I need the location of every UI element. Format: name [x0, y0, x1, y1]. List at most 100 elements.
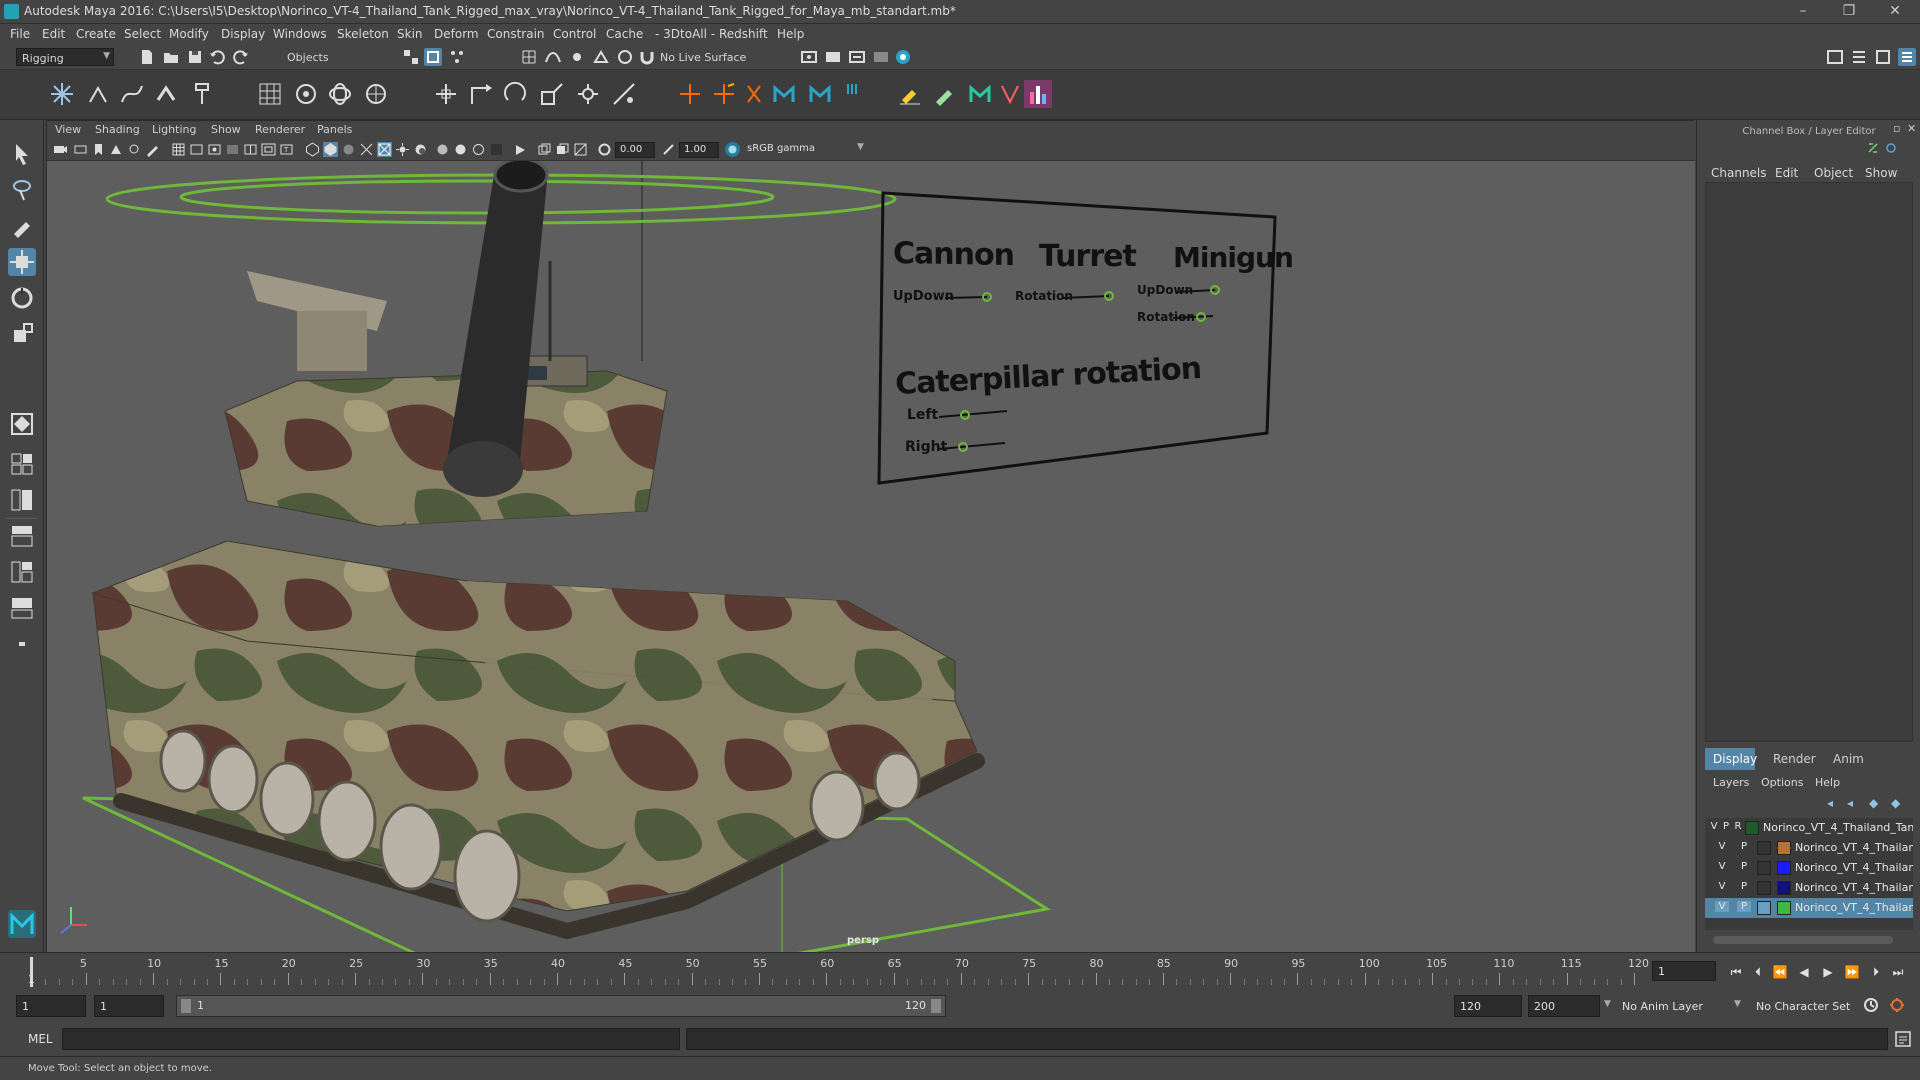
- layer-visibility-toggle[interactable]: V: [1715, 841, 1729, 852]
- film-gate-icon[interactable]: [189, 142, 204, 157]
- lasso-tool-icon[interactable]: [8, 176, 36, 204]
- layer-reference-box[interactable]: [1757, 841, 1771, 855]
- menu-file[interactable]: File: [10, 27, 30, 41]
- isolate-select-icon[interactable]: [513, 142, 528, 157]
- layer-color-swatch[interactable]: [1777, 881, 1791, 895]
- animation-end-field[interactable]: 200: [1528, 995, 1600, 1017]
- chevron-down-icon[interactable]: ▼: [1604, 999, 1611, 1009]
- cb-menu-channels[interactable]: Channels: [1711, 166, 1767, 180]
- menu-skeleton[interactable]: Skeleton: [337, 27, 389, 41]
- playback-end-field[interactable]: 120: [1454, 995, 1522, 1017]
- channel-box-toggle-icon[interactable]: [1867, 142, 1879, 154]
- open-scene-icon[interactable]: [162, 48, 180, 66]
- camera-attributes-icon[interactable]: [73, 142, 88, 157]
- maya-m-icon[interactable]: [966, 80, 994, 108]
- tab-render[interactable]: Render: [1765, 748, 1816, 770]
- use-all-lights-icon[interactable]: [395, 142, 410, 157]
- layer-list-scrollbar[interactable]: [1713, 936, 1893, 944]
- anti-aliasing-icon[interactable]: [471, 142, 486, 157]
- cb-menu-object[interactable]: Object: [1814, 166, 1853, 180]
- shadows-icon[interactable]: [413, 142, 428, 157]
- attribute-editor-toggle-icon[interactable]: [1850, 48, 1868, 66]
- layer-menu-options[interactable]: Options: [1761, 776, 1803, 789]
- channel-box-toggle-icon[interactable]: [1898, 48, 1916, 66]
- step-forward-key-icon[interactable]: ⏵: [1868, 965, 1884, 979]
- ik-handle-icon[interactable]: [84, 80, 112, 108]
- new-scene-icon[interactable]: [138, 48, 156, 66]
- motion-blur-icon[interactable]: [453, 142, 468, 157]
- v-tool-icon[interactable]: [996, 80, 1024, 108]
- last-tool-icon[interactable]: [8, 410, 36, 438]
- menu-3dtoall[interactable]: - 3DtoAll -: [655, 27, 715, 41]
- layer-visibility-toggle[interactable]: V: [1715, 861, 1729, 872]
- locator-icon[interactable]: [676, 80, 704, 108]
- chevron-down-icon[interactable]: ▼: [853, 142, 868, 157]
- image-plane-icon[interactable]: [109, 142, 124, 157]
- wire-deformer-icon[interactable]: [362, 80, 390, 108]
- layer-playback-toggle[interactable]: P: [1737, 901, 1751, 912]
- grid-icon[interactable]: [171, 142, 186, 157]
- step-back-key-icon[interactable]: ⏴: [1750, 965, 1766, 979]
- select-tool-icon[interactable]: [8, 140, 36, 168]
- exposure-icon[interactable]: [597, 142, 612, 157]
- menu-display[interactable]: Display: [221, 27, 265, 41]
- human-ik-icon[interactable]: [740, 80, 768, 108]
- point-constraint-icon[interactable]: [432, 80, 460, 108]
- textured-icon[interactable]: [377, 142, 392, 157]
- range-end-handle[interactable]: [931, 999, 941, 1013]
- gamma-icon[interactable]: [661, 142, 676, 157]
- float-panel-icon[interactable]: ▫: [1893, 122, 1900, 135]
- bind-skin-icon[interactable]: [152, 80, 180, 108]
- pole-vector-icon[interactable]: [610, 80, 638, 108]
- layer-row-selected[interactable]: V P Norinco_VT_4_Thailand: [1705, 898, 1913, 918]
- step-back-frame-icon[interactable]: ⏪: [1772, 965, 1788, 979]
- playback-start-field[interactable]: 1: [94, 995, 164, 1017]
- character-set-dropdown[interactable]: No Character Set: [1756, 1000, 1850, 1013]
- tab-anim[interactable]: Anim: [1825, 748, 1875, 770]
- layer-menu-layers[interactable]: Layers: [1713, 776, 1749, 789]
- layer-name[interactable]: Norinco_VT_4_Thailand: [1795, 881, 1913, 894]
- go-to-start-icon[interactable]: ⏮: [1728, 965, 1744, 979]
- render-view-icon[interactable]: [894, 48, 912, 66]
- layer-menu-help[interactable]: Help: [1815, 776, 1840, 789]
- snap-curve-icon[interactable]: [544, 48, 562, 66]
- lattice-icon[interactable]: [256, 80, 284, 108]
- snap-point-icon[interactable]: [568, 48, 586, 66]
- chevron-down-icon[interactable]: ▼: [1734, 999, 1741, 1009]
- layer-name[interactable]: Norinco_VT_4_Thailand: [1795, 901, 1913, 914]
- play-backward-icon[interactable]: ◀: [1796, 965, 1812, 979]
- menu-constrain[interactable]: Constrain: [487, 27, 545, 41]
- go-to-end-icon[interactable]: ⏭: [1890, 965, 1906, 979]
- move-layer-down-icon[interactable]: ◂: [1847, 796, 1853, 810]
- layout-outliner-icon[interactable]: [8, 522, 36, 550]
- attribute-toggle-icon[interactable]: [1885, 142, 1897, 154]
- snap-magnet-icon[interactable]: [638, 48, 656, 66]
- menu-control[interactable]: Control: [553, 27, 596, 41]
- depth-of-field-icon[interactable]: [489, 142, 504, 157]
- vp-menu-view[interactable]: View: [55, 123, 81, 136]
- layer-playback-toggle[interactable]: P: [1737, 841, 1751, 852]
- layout-four-view-icon[interactable]: [8, 450, 36, 478]
- snap-view-plane-icon[interactable]: [592, 48, 610, 66]
- vp-menu-renderer[interactable]: Renderer: [255, 123, 305, 136]
- 3d-scene[interactable]: Cannon Turret Minigun UpDown Rotation Up…: [47, 161, 1695, 953]
- script-language-toggle[interactable]: MEL: [28, 1032, 53, 1046]
- vp-menu-shading[interactable]: Shading: [95, 123, 140, 136]
- layer-reference-box[interactable]: [1757, 881, 1771, 895]
- layer-color-swatch[interactable]: [1777, 901, 1791, 915]
- parent-constraint-icon[interactable]: [574, 80, 602, 108]
- anim-layer-dropdown[interactable]: No Anim Layer: [1622, 1000, 1703, 1013]
- command-input[interactable]: [62, 1028, 680, 1050]
- xray-components-icon[interactable]: [573, 142, 588, 157]
- layer-name[interactable]: Norinco_VT_4_Thailand_Tank: [1763, 821, 1913, 834]
- mode-dropdown[interactable]: Rigging ▼: [16, 48, 114, 66]
- range-start-handle[interactable]: [181, 999, 191, 1013]
- menu-windows[interactable]: Windows: [273, 27, 327, 41]
- undo-icon[interactable]: [208, 48, 226, 66]
- vp-menu-show[interactable]: Show: [211, 123, 241, 136]
- menu-help[interactable]: Help: [777, 27, 804, 41]
- create-joints-icon[interactable]: [48, 80, 76, 108]
- close-panel-icon[interactable]: ✕: [1907, 122, 1916, 135]
- menu-skin[interactable]: Skin: [397, 27, 423, 41]
- animation-start-field[interactable]: 1: [16, 995, 86, 1017]
